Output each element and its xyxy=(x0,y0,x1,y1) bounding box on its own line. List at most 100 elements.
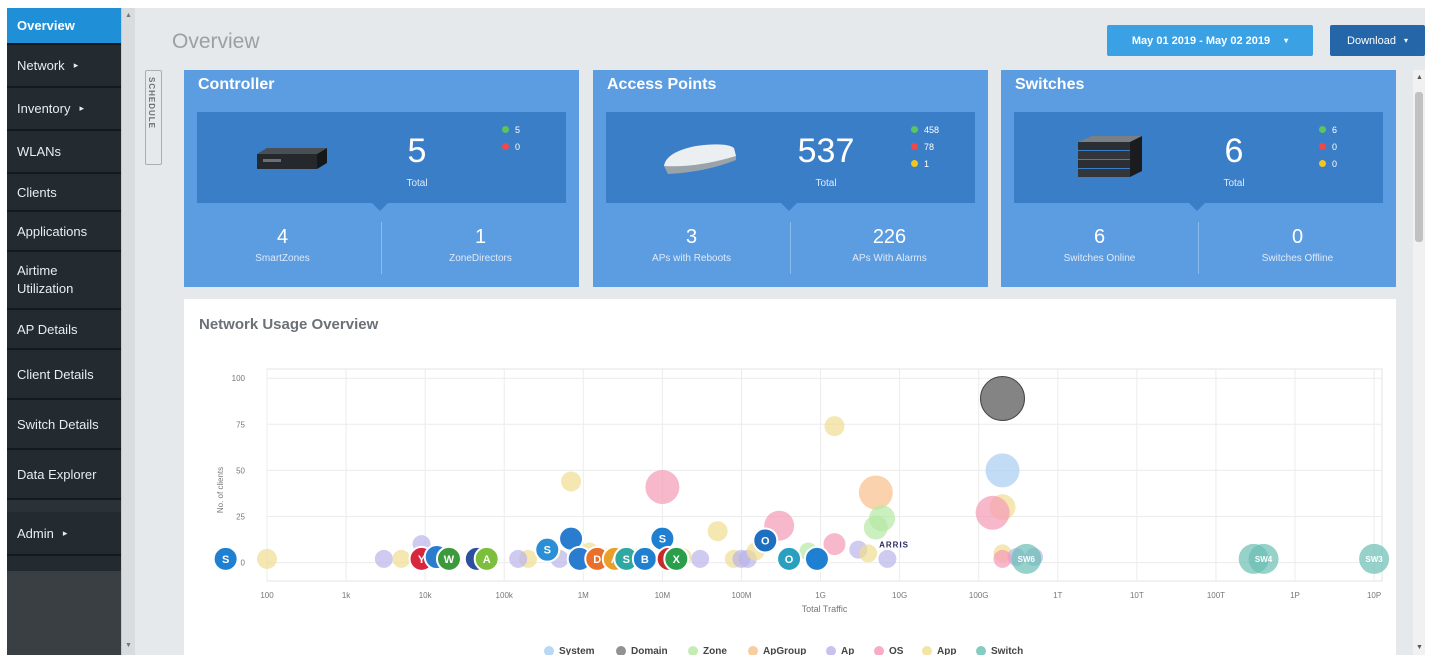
app-icon-glyph: O xyxy=(785,554,794,566)
total-label: Total xyxy=(406,178,428,189)
bubble-app xyxy=(561,471,582,492)
switch-stack-device-icon xyxy=(1078,136,1142,177)
legend-swatch xyxy=(544,646,554,655)
app-icon-glyph: D xyxy=(593,554,601,566)
card-summary-panel: 5 Total 5 0 xyxy=(197,112,566,211)
legend-label: System xyxy=(559,646,595,655)
sidebar-item-client-details[interactable]: Client Details xyxy=(7,350,121,400)
x-tick-label: 100T xyxy=(1207,591,1225,600)
scroll-thumb[interactable] xyxy=(1415,92,1423,242)
controller-total: 5 xyxy=(407,132,427,170)
caret-right-icon: ▸ xyxy=(79,103,85,113)
status-flagged: 0 xyxy=(1319,156,1337,173)
x-tick-label: 100k xyxy=(496,591,514,600)
x-tick-label: 1M xyxy=(578,591,589,600)
aps-with-alarms-stat[interactable]: 226 APs With Alarms xyxy=(791,220,988,287)
aps-with-reboots-stat[interactable]: 3 APs with Reboots xyxy=(593,220,790,287)
bubble-system xyxy=(985,453,1020,488)
sidebar-item-wlans[interactable]: WLANs xyxy=(7,131,121,174)
sidebar-item-inventory[interactable]: Inventory ▸ xyxy=(7,88,121,131)
legend-swatch xyxy=(688,646,698,655)
arris-logo: ARRIS xyxy=(879,541,909,550)
sidebar-item-label: Inventory xyxy=(17,101,71,116)
x-tick-label: 10P xyxy=(1367,591,1381,600)
x-tick-label: 1k xyxy=(342,591,351,600)
app-window: Overview Network ▸ Inventory ▸ WLANs Clien… xyxy=(7,8,1425,655)
x-tick-label: 1P xyxy=(1290,591,1300,600)
status-offline: 0 xyxy=(502,139,520,156)
x-tick-label: 100G xyxy=(969,591,989,600)
sidebar-item-admin[interactable]: Admin ▸ xyxy=(7,512,121,556)
status-online: 6 xyxy=(1319,122,1337,139)
switches-online-stat[interactable]: 6 Switches Online xyxy=(1001,220,1198,287)
legend-label: Zone xyxy=(703,646,727,655)
bubble-app xyxy=(392,549,411,568)
bubble-domain xyxy=(980,375,1026,421)
chevron-down-icon: ▾ xyxy=(1284,36,1289,45)
card-summary-panel: 537 Total 458 78 1 xyxy=(606,112,975,211)
app-icon-glyph: S xyxy=(623,554,630,566)
sidebar: Overview Network ▸ Inventory ▸ WLANs Clien… xyxy=(7,8,121,655)
scroll-up-icon[interactable]: ▲ xyxy=(125,12,132,19)
access-point-device-icon xyxy=(664,144,736,174)
sidebar-item-overview[interactable]: Overview xyxy=(7,8,121,45)
legend-label: Ap xyxy=(841,646,854,655)
legend-label: OS xyxy=(889,646,904,655)
x-tick-label: 100 xyxy=(260,591,274,600)
switch-bubble-label: SW3 xyxy=(1365,555,1383,564)
sidebar-item-ap-details[interactable]: AP Details xyxy=(7,310,121,350)
sidebar-item-airtime-utilization[interactable]: Airtime Utilization xyxy=(7,252,121,310)
legend-label: Domain xyxy=(631,646,668,655)
scroll-up-icon[interactable]: ▲ xyxy=(1416,74,1423,81)
smartzones-stat[interactable]: 4 SmartZones xyxy=(184,220,381,287)
sidebar-item-switch-details[interactable]: Switch Details xyxy=(7,400,121,450)
app-icon-glyph: B xyxy=(641,554,649,566)
switches-offline-stat[interactable]: 0 Switches Offline xyxy=(1199,220,1396,287)
sidebar-item-label: Data Explorer xyxy=(17,466,97,482)
caret-right-icon: ▸ xyxy=(62,527,68,538)
zonedirectors-stat[interactable]: 1 ZoneDirectors xyxy=(382,220,579,287)
sidebar-divider xyxy=(7,500,121,512)
bubble-zone xyxy=(863,515,888,540)
status-online: 5 xyxy=(502,122,520,139)
sidebar-item-clients[interactable]: Clients xyxy=(7,174,121,212)
app-icon-glyph: S xyxy=(544,545,551,557)
bubble-app xyxy=(257,548,277,569)
network-usage-chart[interactable]: 100 1k 10k 100k 1M 10M 100M 1G 10G 100G 1T 10T 100T 1… xyxy=(184,299,1396,655)
schedule-tab[interactable]: SCHEDULE xyxy=(145,70,162,165)
status-online: 458 xyxy=(911,122,939,139)
switches-card: Switches 6 Total 6 0 0 6 Switches Online … xyxy=(1001,70,1396,287)
bubble-ap xyxy=(374,549,393,568)
switch-bubble-label: SW4 xyxy=(1255,555,1273,564)
sidebar-item-label: Switch Details xyxy=(17,416,99,432)
card-breakdown: 3 APs with Reboots 226 APs With Alarms xyxy=(593,220,988,287)
scroll-down-icon[interactable]: ▼ xyxy=(1416,644,1423,651)
scroll-down-icon[interactable]: ▼ xyxy=(125,642,132,649)
sidebar-item-label: Admin xyxy=(17,525,54,541)
card-title: Access Points xyxy=(607,76,717,93)
access-points-card: Access Points 537 Total 458 78 1 3 APs wi… xyxy=(593,70,988,287)
sidebar-item-network[interactable]: Network ▸ xyxy=(7,45,121,88)
legend-label: Switch xyxy=(991,646,1023,655)
page-title: Overview xyxy=(172,30,260,53)
network-usage-panel: Network Usage Overview 100 1k 10k 100k 1M 10M… xyxy=(184,299,1396,655)
y-tick-label: 0 xyxy=(241,559,246,568)
sidebar-item-label: Client Details xyxy=(17,366,94,382)
sidebar-scrollbar[interactable]: ▲ ▼ xyxy=(121,8,135,655)
x-tick-label: 1T xyxy=(1053,591,1062,600)
sidebar-item-label: Applications xyxy=(17,223,88,239)
download-button[interactable]: Download ▾ xyxy=(1330,25,1425,56)
date-range-button[interactable]: May 01 2019 - May 02 2019 ▾ xyxy=(1107,25,1313,56)
schedule-label: SCHEDULE xyxy=(147,77,156,130)
sidebar-item-applications[interactable]: Applications xyxy=(7,212,121,252)
bubble-os xyxy=(993,549,1012,568)
bubble-app xyxy=(824,416,845,437)
panel-notch xyxy=(1189,203,1205,211)
main-scrollbar[interactable]: ▲ ▼ xyxy=(1413,70,1425,655)
app-icon-glyph: W xyxy=(444,554,455,566)
sidebar-item-data-explorer[interactable]: Data Explorer xyxy=(7,450,121,500)
card-breakdown: 4 SmartZones 1 ZoneDirectors xyxy=(184,220,579,287)
caret-right-icon: ▸ xyxy=(73,60,79,70)
legend-swatch xyxy=(976,646,986,655)
sidebar-item-label: Airtime Utilization xyxy=(17,263,74,296)
